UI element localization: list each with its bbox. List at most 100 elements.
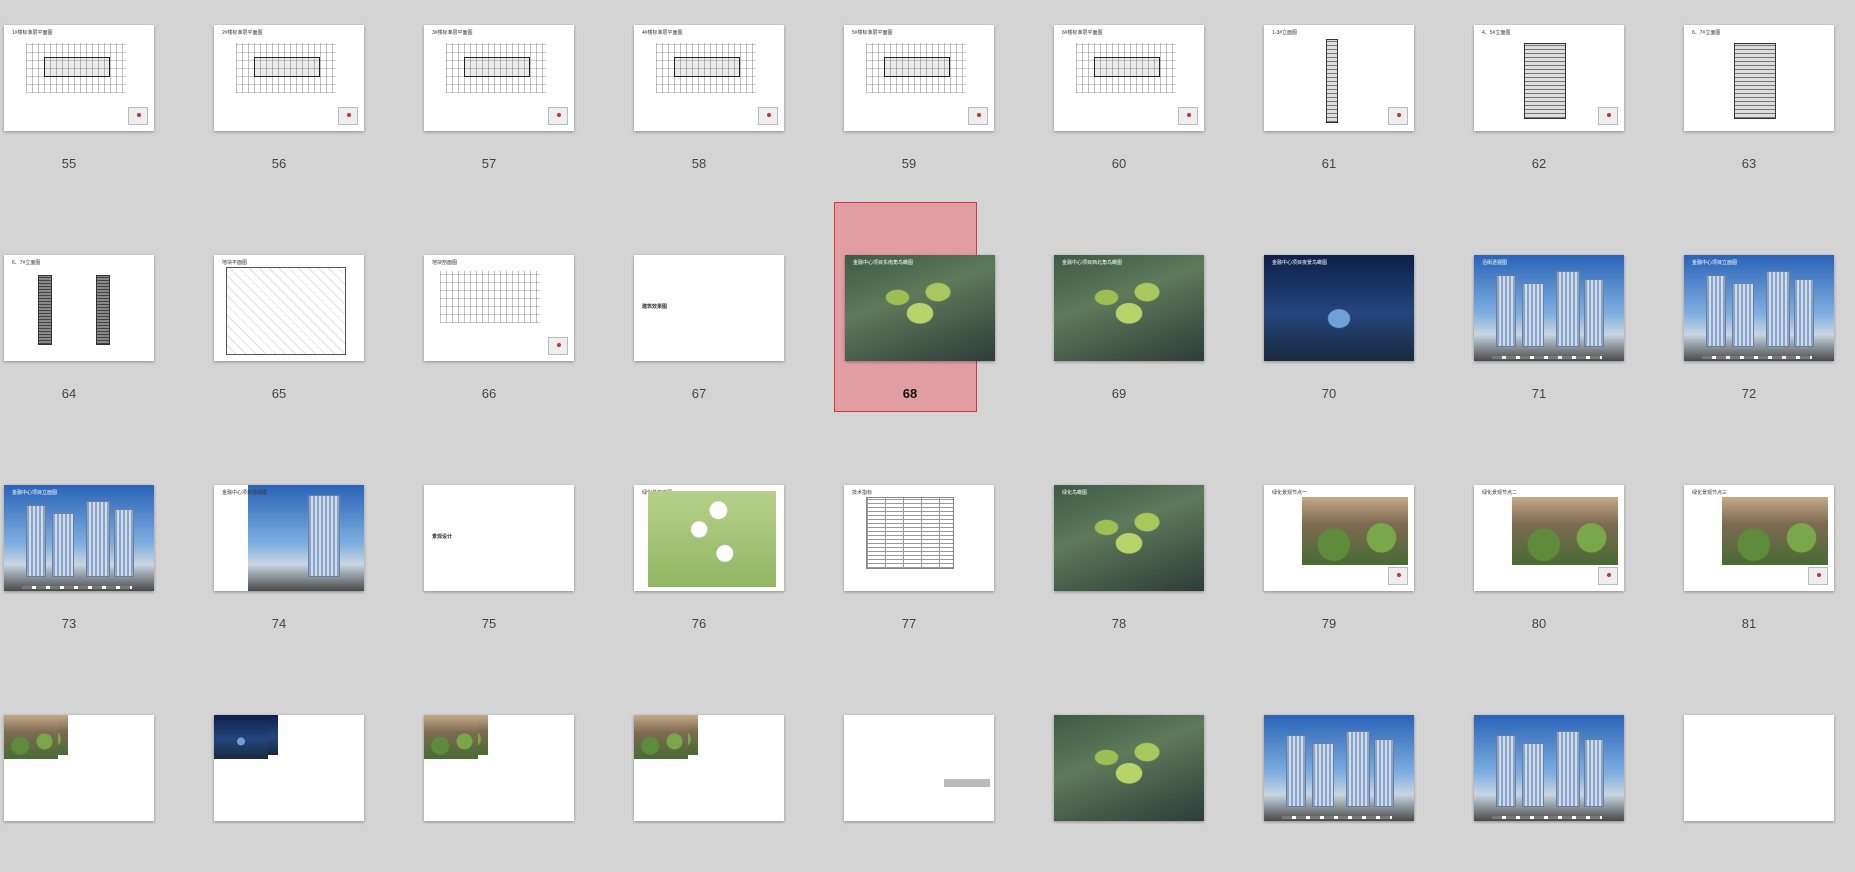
slide-thumbnail-77[interactable]: 技术指标 77 [824,432,994,642]
slide-preview[interactable]: 3#楼标准层平面图 [424,25,574,131]
slide-preview[interactable]: 6、7#立面图 [1684,25,1834,131]
slide-preview[interactable]: 1#楼标准层平面图 [4,25,154,131]
slide-thumbnail-60[interactable]: 6#楼标准层平面图 60 [1034,0,1204,182]
slide-title-text: 1#楼标准层平面图 [12,30,53,36]
landscape-reference-photo [424,715,478,759]
slide-thumbnail-68[interactable]: 金融中心项目东南角鸟瞰图 68 [834,202,995,412]
slide-thumbnail-75[interactable]: 景观设计 75 [404,432,574,642]
slide-preview[interactable]: 金融中心项目夜景鸟瞰图 [1264,255,1414,361]
slide-preview[interactable] [1684,715,1834,821]
slide-preview[interactable]: 地块剖面图 [424,255,574,361]
slide-number-label: 67 [691,386,707,401]
tower-rendering-image [1684,255,1834,361]
slide-preview[interactable]: 6#楼标准层平面图 [1054,25,1204,131]
location-map-icon [1388,107,1408,125]
slide-title-text: 地块平面图 [222,260,248,266]
slide-sorter-grid: 1#楼标准层平面图 55 2#楼标准层平面图 56 3#楼标准层平面图 57 4#楼标准层平… [0,0,1855,836]
slide-preview[interactable]: 4、5#立面图 [1474,25,1624,131]
slide-number-label: 55 [61,156,77,171]
slide-preview[interactable]: 绿化总平面图 [634,485,784,591]
tower-shape [1346,731,1370,807]
slide-preview[interactable]: 金融中心项目透视图 [214,485,364,591]
slide-thumbnail-74[interactable]: 金融中心项目透视图 74 [194,432,364,642]
slide-preview[interactable] [844,715,994,821]
slide-number-label: 77 [901,616,917,631]
slide-preview[interactable]: 景观设计 [424,485,574,591]
slide-preview[interactable]: 技术指标 [844,485,994,591]
floor-plan-core [44,57,110,77]
slide-preview[interactable]: 2#楼标准层平面图 [214,25,364,131]
slide-number-label: 61 [1321,156,1337,171]
slide-preview[interactable]: 建筑效果图 [634,255,784,361]
slide-thumbnail-67[interactable]: 建筑效果图 67 [614,202,784,412]
slide-thumbnail-row4-2[interactable]: 景观意向 [194,662,364,872]
slide-thumbnail-64[interactable]: 6、7#立面图 64 [0,202,154,412]
slide-title-text: 4#楼标准层平面图 [642,30,683,36]
slide-preview[interactable]: 1-3#立面图 [1264,25,1414,131]
slide-thumbnail-76[interactable]: 绿化总平面图 76 [614,432,784,642]
slide-thumbnail-row4-5[interactable] [824,662,994,872]
slide-thumbnail-56[interactable]: 2#楼标准层平面图 56 [194,0,364,182]
slide-preview[interactable]: 沿街透视图 [1474,255,1624,361]
slide-preview[interactable]: 6、7#立面图 [4,255,154,361]
tower-shape [86,501,110,577]
slide-thumbnail-66[interactable]: 地块剖面图 66 [404,202,574,412]
slide-number-label: 71 [1531,386,1547,401]
slide-thumbnail-row4-8[interactable] [1454,662,1624,872]
slide-thumbnail-62[interactable]: 4、5#立面图 62 [1454,0,1624,182]
slide-thumbnail-59[interactable]: 5#楼标准层平面图 59 [824,0,994,182]
slide-thumbnail-81[interactable]: 绿化景观节点三 81 [1664,432,1834,642]
slide-preview[interactable]: 绿化景观节点一 [1264,485,1414,591]
elevation-drawing-left [38,275,52,345]
floor-plan-core [674,57,740,77]
slide-preview[interactable]: 景观意向 [634,715,784,821]
slide-thumbnail-row4-4[interactable]: 景观意向 [614,662,784,872]
slide-thumbnail-61[interactable]: 1-3#立面图 61 [1244,0,1414,182]
slide-title-text: 金融中心项目立面图 [12,490,58,496]
slide-thumbnail-73[interactable]: 金融中心项目立面图 73 [0,432,154,642]
slide-preview[interactable]: 4#楼标准层平面图 [634,25,784,131]
slide-thumbnail-78[interactable]: 绿化鸟瞰图 78 [1034,432,1204,642]
slide-thumbnail-row4-9[interactable] [1664,662,1834,872]
material-legend [22,586,132,589]
tower-shape [114,509,134,577]
slide-thumbnail-row4-6[interactable] [1034,662,1204,872]
slide-thumbnail-row4-3[interactable]: 景观意向 [404,662,574,872]
elevation-drawing [1524,43,1566,119]
slide-thumbnail-71[interactable]: 沿街透视图 71 [1454,202,1624,412]
slide-thumbnail-57[interactable]: 3#楼标准层平面图 57 [404,0,574,182]
slide-thumbnail-69[interactable]: 金融中心项目西北角鸟瞰图 69 [1034,202,1204,412]
slide-preview[interactable]: 绿化鸟瞰图 [1054,485,1204,591]
slide-preview[interactable]: 金融中心项目西北角鸟瞰图 [1054,255,1204,361]
slide-thumbnail-70[interactable]: 金融中心项目夜景鸟瞰图 70 [1244,202,1414,412]
slide-preview[interactable]: 景观意向 [214,715,364,821]
slide-thumbnail-row4-7[interactable] [1244,662,1414,872]
slide-thumbnail-80[interactable]: 绿化景观节点二 80 [1454,432,1624,642]
slide-preview[interactable]: 景观意向 [4,715,154,821]
slide-thumbnail-58[interactable]: 4#楼标准层平面图 58 [614,0,784,182]
slide-thumbnail-79[interactable]: 绿化景观节点一 79 [1244,432,1414,642]
slide-title-text: 绿化景观节点一 [1272,490,1308,496]
tower-shape [1522,283,1544,347]
location-map-icon [1808,567,1828,585]
slide-preview[interactable] [1264,715,1414,821]
slide-thumbnail-row4-1[interactable]: 景观意向 [0,662,154,872]
tower-shape [1312,743,1334,807]
slide-preview[interactable]: 绿化景观节点三 [1684,485,1834,591]
slide-preview[interactable]: 绿化景观节点二 [1474,485,1624,591]
slide-preview[interactable] [1474,715,1624,821]
slide-thumbnail-55[interactable]: 1#楼标准层平面图 55 [0,0,154,182]
slide-preview[interactable]: 金融中心项目东南角鸟瞰图 [845,255,995,361]
slide-title-text: 绿化鸟瞰图 [1062,490,1088,496]
slide-thumbnail-72[interactable]: 金融中心项目立面图 72 [1664,202,1834,412]
slide-title-text: 绿化景观节点二 [1482,490,1518,496]
slide-thumbnail-63[interactable]: 6、7#立面图 63 [1664,0,1834,182]
slide-preview[interactable]: 金融中心项目立面图 [4,485,154,591]
slide-preview[interactable]: 5#楼标准层平面图 [844,25,994,131]
slide-thumbnail-65[interactable]: 地块平面图 65 [194,202,364,412]
slide-title-text: 绿化景观节点三 [1692,490,1728,496]
slide-preview[interactable]: 金融中心项目立面图 [1684,255,1834,361]
slide-preview[interactable] [1054,715,1204,821]
slide-preview[interactable]: 景观意向 [424,715,574,821]
slide-preview[interactable]: 地块平面图 [214,255,364,361]
